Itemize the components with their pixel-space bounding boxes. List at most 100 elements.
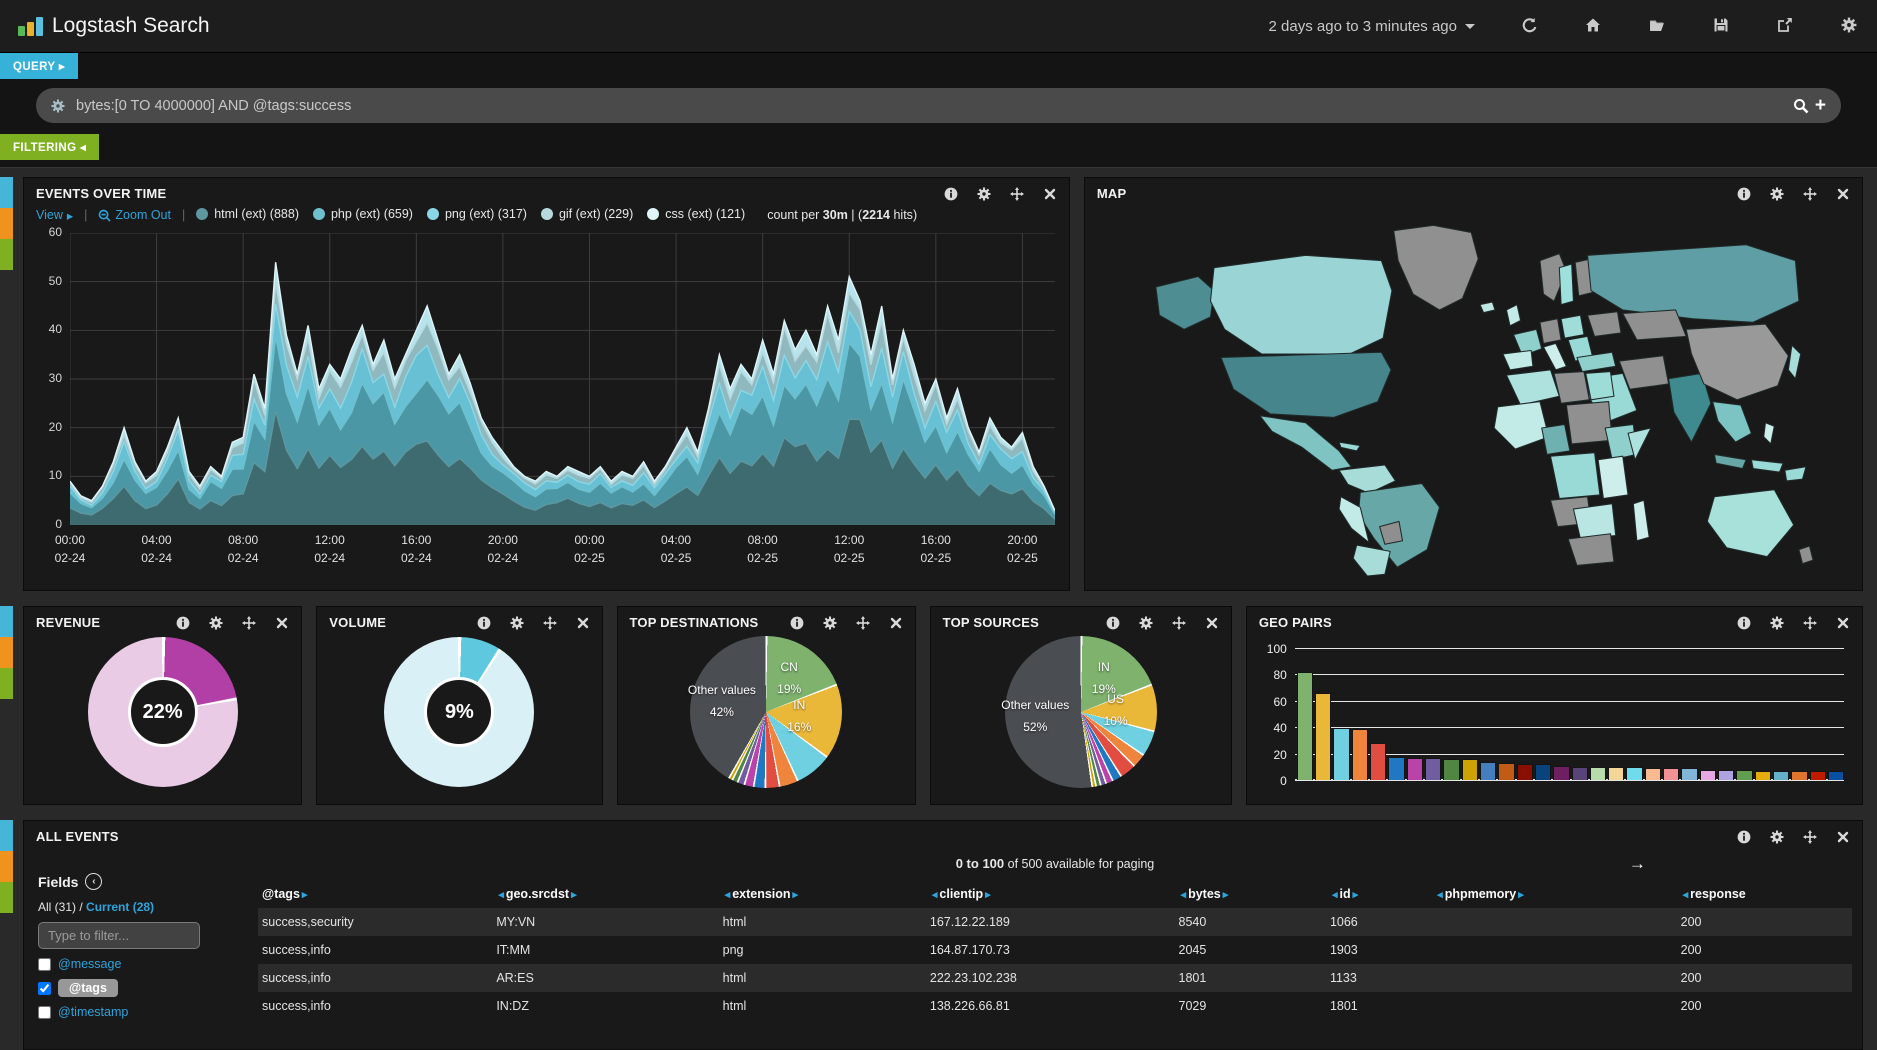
bar[interactable]	[1791, 771, 1807, 780]
map-country-shape[interactable]	[1540, 319, 1561, 344]
top-sources-pie-chart[interactable]: IN19%US10%Other values52%	[1005, 636, 1157, 788]
close-icon[interactable]	[1836, 830, 1850, 844]
bar[interactable]	[1352, 729, 1368, 780]
map-country-shape[interactable]	[1785, 467, 1806, 481]
bar[interactable]	[1736, 770, 1752, 780]
close-icon[interactable]	[1836, 187, 1850, 201]
search-icon[interactable]	[1793, 98, 1809, 114]
query-tab[interactable]: QUERY ▸	[0, 53, 78, 79]
table-cell[interactable]: success,security	[258, 908, 492, 936]
revenue-donut-chart[interactable]: 22%	[88, 637, 238, 787]
field-item[interactable]: @tags	[38, 979, 250, 997]
table-row[interactable]: success,infoIT:MMpng164.87.170.732045190…	[258, 936, 1852, 964]
legend-item[interactable]: gif (ext) (229)	[541, 207, 633, 221]
bar[interactable]	[1608, 767, 1624, 780]
map-country-shape[interactable]	[1260, 416, 1352, 471]
map-country-shape[interactable]	[1715, 454, 1747, 468]
geo-pairs-bar-chart[interactable]: 020406080100	[1295, 649, 1844, 781]
row-color-tabs[interactable]	[0, 820, 13, 913]
filtering-tab[interactable]: FILTERING ◂	[0, 134, 99, 160]
info-icon[interactable]	[1737, 616, 1751, 630]
close-icon[interactable]	[1836, 616, 1850, 630]
table-cell[interactable]: 1903	[1326, 936, 1431, 964]
map-country-shape[interactable]	[1503, 350, 1533, 369]
map-country-shape[interactable]	[1554, 372, 1589, 404]
bar[interactable]	[1498, 763, 1514, 780]
bar[interactable]	[1626, 767, 1642, 780]
map-country-shape[interactable]	[1567, 402, 1613, 444]
move-icon[interactable]	[543, 616, 557, 630]
legend-item[interactable]: php (ext) (659)	[313, 207, 413, 221]
bar[interactable]	[1443, 759, 1459, 780]
map-country-shape[interactable]	[1211, 255, 1392, 354]
gear-icon[interactable]	[1770, 616, 1784, 630]
map-country-shape[interactable]	[1544, 343, 1567, 369]
table-cell[interactable]: MY:VN	[492, 908, 718, 936]
map-country-shape[interactable]	[1599, 456, 1629, 498]
info-icon[interactable]	[1737, 187, 1751, 201]
table-cell[interactable]	[1431, 992, 1676, 1020]
table-cell[interactable]: success,info	[258, 936, 492, 964]
map-country-shape[interactable]	[1588, 245, 1799, 323]
query-gear-icon[interactable]	[51, 99, 65, 113]
table-cell[interactable]	[1431, 936, 1676, 964]
add-query-icon[interactable]: +	[1815, 96, 1826, 115]
sort-right-icon[interactable]: ▸	[1351, 889, 1361, 901]
volume-donut-chart[interactable]: 9%	[384, 637, 534, 787]
table-cell[interactable]: 1801	[1175, 964, 1326, 992]
map-country-shape[interactable]	[1586, 372, 1614, 400]
bar[interactable]	[1370, 743, 1386, 780]
table-cell[interactable]: png	[719, 936, 926, 964]
bar[interactable]	[1810, 771, 1826, 780]
bar[interactable]	[1315, 693, 1331, 780]
bar[interactable]	[1388, 757, 1404, 780]
map-country-shape[interactable]	[1221, 352, 1391, 417]
map-country-shape[interactable]	[1623, 310, 1686, 340]
bar[interactable]	[1645, 768, 1661, 780]
bar[interactable]	[1333, 728, 1349, 780]
table-cell[interactable]: 8540	[1175, 908, 1326, 936]
bar[interactable]	[1407, 758, 1423, 780]
bar[interactable]	[1480, 762, 1496, 780]
field-checkbox[interactable]	[38, 958, 51, 971]
table-cell[interactable]: 2045	[1175, 936, 1326, 964]
world-map[interactable]	[1085, 204, 1862, 578]
info-icon[interactable]	[176, 616, 190, 630]
move-icon[interactable]	[1803, 830, 1817, 844]
bar[interactable]	[1535, 764, 1551, 780]
sort-left-icon[interactable]: ◂	[723, 889, 733, 901]
map-country-shape[interactable]	[1340, 442, 1361, 451]
column-header[interactable]: ◂clientip▸	[926, 881, 1175, 908]
column-header[interactable]: ◂geo.srcdst▸	[492, 881, 718, 908]
info-icon[interactable]	[1737, 830, 1751, 844]
map-country-shape[interactable]	[1799, 546, 1813, 564]
collapse-fields-icon[interactable]: ‹	[85, 873, 102, 890]
field-label[interactable]: @tags	[58, 979, 118, 997]
bar[interactable]	[1553, 766, 1569, 780]
close-icon[interactable]	[275, 616, 289, 630]
map-country-shape[interactable]	[1789, 345, 1801, 378]
table-cell[interactable]	[1431, 964, 1676, 992]
close-icon[interactable]	[1205, 616, 1219, 630]
column-header[interactable]: ◂phpmemory▸	[1431, 881, 1676, 908]
map-country-shape[interactable]	[1394, 225, 1479, 310]
table-cell[interactable]: 200	[1677, 908, 1852, 936]
bar[interactable]	[1718, 770, 1734, 780]
gear-icon[interactable]	[1770, 830, 1784, 844]
share-icon[interactable]	[1777, 17, 1795, 35]
field-checkbox[interactable]	[38, 982, 51, 995]
table-cell[interactable]: success,info	[258, 964, 492, 992]
time-range-picker[interactable]: 2 days ago to 3 minutes ago	[1269, 18, 1475, 35]
bar[interactable]	[1462, 759, 1478, 780]
map-country-shape[interactable]	[1507, 370, 1560, 405]
sort-right-icon[interactable]: ▸	[1516, 889, 1526, 901]
table-cell[interactable]: html	[719, 908, 926, 936]
sort-left-icon[interactable]: ◂	[930, 889, 940, 901]
table-cell[interactable]: 1133	[1326, 964, 1431, 992]
table-cell[interactable]: 164.87.170.73	[926, 936, 1175, 964]
table-row[interactable]: success,infoIN:DZhtml138.226.66.81702918…	[258, 992, 1852, 1020]
bar[interactable]	[1517, 764, 1533, 780]
legend-item[interactable]: css (ext) (121)	[647, 207, 745, 221]
sort-left-icon[interactable]: ◂	[1681, 889, 1691, 901]
gear-icon[interactable]	[1841, 17, 1859, 35]
